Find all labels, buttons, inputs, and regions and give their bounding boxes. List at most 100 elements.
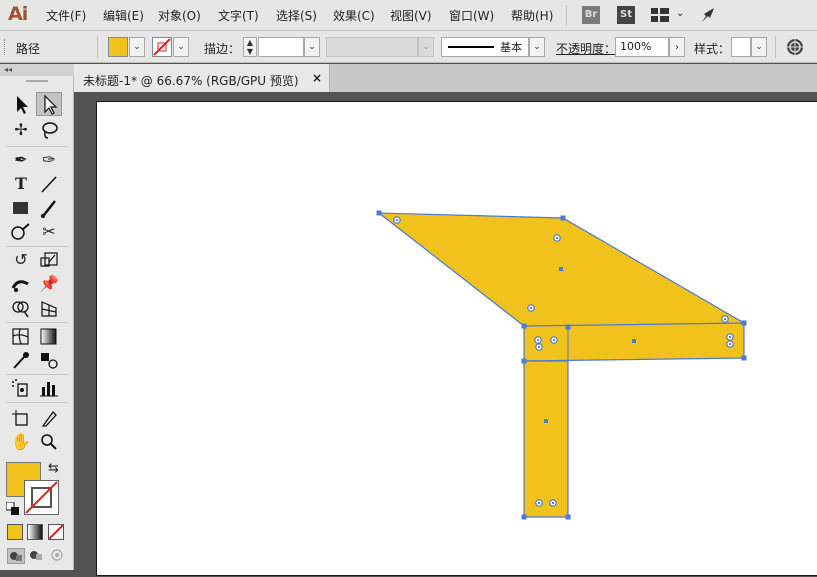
toolbox-grip[interactable] bbox=[26, 80, 48, 82]
stroke-weight-stepper[interactable]: ▲ ▼ bbox=[243, 37, 257, 57]
no-stroke-icon bbox=[153, 38, 171, 56]
recolor-artwork-button[interactable] bbox=[786, 38, 804, 59]
panel-grip[interactable] bbox=[4, 39, 7, 55]
menu-help[interactable]: 帮助(H) bbox=[511, 7, 553, 24]
type-tool[interactable]: T bbox=[8, 172, 34, 196]
puppet-warp-tool[interactable]: 📌 bbox=[36, 272, 62, 296]
tool-separator bbox=[6, 246, 68, 247]
stroke-dropdown[interactable]: ⌄ bbox=[173, 37, 189, 57]
center-point bbox=[559, 267, 563, 271]
menu-type[interactable]: 文字(T) bbox=[218, 7, 259, 24]
gradient-icon bbox=[40, 328, 57, 345]
stroke-swatch[interactable] bbox=[152, 37, 172, 57]
brush-icon bbox=[41, 200, 56, 218]
tool-separator bbox=[6, 322, 68, 323]
brush-definition[interactable]: 基本 bbox=[441, 37, 529, 57]
menu-select[interactable]: 选择(S) bbox=[276, 7, 317, 24]
column-graph-tool[interactable] bbox=[36, 376, 62, 400]
publish-button[interactable] bbox=[700, 6, 718, 27]
scale-tool[interactable] bbox=[36, 248, 62, 272]
slice-tool[interactable] bbox=[36, 406, 62, 430]
variable-width-profile bbox=[326, 37, 418, 57]
shape-builder-icon bbox=[12, 301, 29, 318]
workspace-switcher-button[interactable] bbox=[651, 8, 671, 22]
brush-dropdown[interactable]: ⌄ bbox=[529, 37, 545, 57]
opacity-input[interactable]: 100% bbox=[615, 37, 669, 57]
line-segment-tool[interactable] bbox=[36, 172, 62, 196]
pen-tool[interactable]: ✒ bbox=[8, 148, 34, 172]
default-fill-stroke-icon[interactable] bbox=[5, 501, 20, 516]
canvas-area[interactable] bbox=[74, 92, 817, 576]
anchor-point bbox=[521, 323, 527, 329]
draw-behind-button[interactable] bbox=[28, 548, 46, 564]
menu-object[interactable]: 对象(O) bbox=[158, 7, 201, 24]
color-wheel-icon bbox=[787, 39, 803, 55]
toolbox-stroke-swatch[interactable] bbox=[24, 480, 59, 515]
menu-file[interactable]: 文件(F) bbox=[46, 7, 86, 24]
eyedropper-icon bbox=[13, 352, 29, 369]
swap-fill-stroke-icon[interactable]: ⇆ bbox=[48, 461, 59, 476]
none-mode-button[interactable] bbox=[48, 524, 64, 540]
symbol-sprayer-tool[interactable] bbox=[8, 376, 34, 400]
opacity-label[interactable]: 不透明度： bbox=[556, 40, 616, 57]
rectangle-icon bbox=[13, 202, 28, 214]
close-icon[interactable]: × bbox=[312, 71, 322, 85]
fill-dropdown[interactable]: ⌄ bbox=[129, 37, 145, 57]
brush-label: 基本 bbox=[500, 41, 522, 54]
stroke-weight-dropdown[interactable]: ⌄ bbox=[304, 37, 320, 57]
gradient-tool[interactable] bbox=[36, 324, 62, 348]
menu-edit[interactable]: 编辑(E) bbox=[103, 7, 144, 24]
direct-selection-arrow-icon bbox=[44, 94, 58, 115]
opacity-expand-button[interactable]: › bbox=[669, 37, 685, 57]
stock-button[interactable]: St bbox=[617, 6, 635, 24]
artboard-tool[interactable] bbox=[8, 406, 34, 430]
toolbox-panel: ◂◂ ✢ ✒ ✑ T ✂ ↺ 📌 ✋ ⇆ bbox=[0, 64, 74, 570]
vertical-leg-shape[interactable] bbox=[523, 360, 569, 518]
graphic-style-swatch[interactable] bbox=[731, 37, 751, 57]
bridge-button[interactable]: Br bbox=[582, 6, 600, 24]
chevron-down-icon[interactable]: ⌄ bbox=[676, 8, 684, 19]
menu-window[interactable]: 窗口(W) bbox=[449, 7, 494, 24]
scissors-tool[interactable]: ✂ bbox=[36, 220, 62, 244]
menu-bar: Ai 文件(F) 编辑(E) 对象(O) 文字(T) 选择(S) 效果(C) 视… bbox=[0, 0, 817, 31]
selection-tool[interactable] bbox=[8, 92, 34, 116]
paintbrush-tool[interactable] bbox=[36, 196, 62, 220]
artwork[interactable] bbox=[97, 102, 817, 577]
draw-inside-button[interactable] bbox=[49, 548, 67, 564]
rectangle-tool[interactable] bbox=[8, 196, 34, 220]
anchor-point bbox=[565, 514, 571, 520]
anchor-point bbox=[521, 514, 527, 520]
hand-tool[interactable]: ✋ bbox=[8, 430, 34, 454]
lasso-tool[interactable] bbox=[36, 118, 62, 142]
shape-builder-tool[interactable] bbox=[8, 296, 34, 320]
symbol-sprayer-icon bbox=[12, 379, 28, 397]
style-label: 样式： bbox=[694, 42, 731, 56]
mesh-tool[interactable] bbox=[8, 324, 34, 348]
perspective-grid-tool[interactable] bbox=[36, 296, 62, 320]
document-tab[interactable]: 未标题-1* @ 66.67% (RGB/GPU 预览) × bbox=[74, 64, 330, 92]
stroke-weight-input[interactable] bbox=[258, 37, 304, 57]
zoom-tool[interactable] bbox=[36, 430, 62, 454]
tool-separator bbox=[6, 146, 68, 147]
curvature-tool[interactable]: ✑ bbox=[36, 148, 62, 172]
direct-selection-tool[interactable] bbox=[36, 92, 62, 116]
stroke-label[interactable]: 描边： bbox=[204, 40, 240, 57]
fill-swatch[interactable] bbox=[108, 37, 128, 57]
color-mode-button[interactable] bbox=[7, 524, 23, 540]
anchor-point bbox=[741, 320, 747, 326]
graphic-style-dropdown[interactable]: ⌄ bbox=[751, 37, 767, 57]
tool-separator bbox=[6, 374, 68, 375]
blend-tool[interactable] bbox=[36, 348, 62, 372]
eyedropper-tool[interactable] bbox=[8, 348, 34, 372]
magic-wand-tool[interactable]: ✢ bbox=[8, 118, 34, 142]
rotate-tool[interactable]: ↺ bbox=[8, 248, 34, 272]
menu-view[interactable]: 视图(V) bbox=[390, 7, 432, 24]
menu-effect[interactable]: 效果(C) bbox=[333, 7, 375, 24]
width-tool[interactable] bbox=[8, 272, 34, 296]
gradient-mode-button[interactable] bbox=[27, 524, 43, 540]
shaper-tool[interactable] bbox=[8, 220, 34, 244]
draw-normal-button[interactable] bbox=[7, 548, 25, 564]
profile-dropdown: ⌄ bbox=[418, 37, 434, 57]
toolbox-collapse-button[interactable]: ◂◂ bbox=[0, 64, 74, 76]
artboard[interactable] bbox=[96, 101, 817, 576]
